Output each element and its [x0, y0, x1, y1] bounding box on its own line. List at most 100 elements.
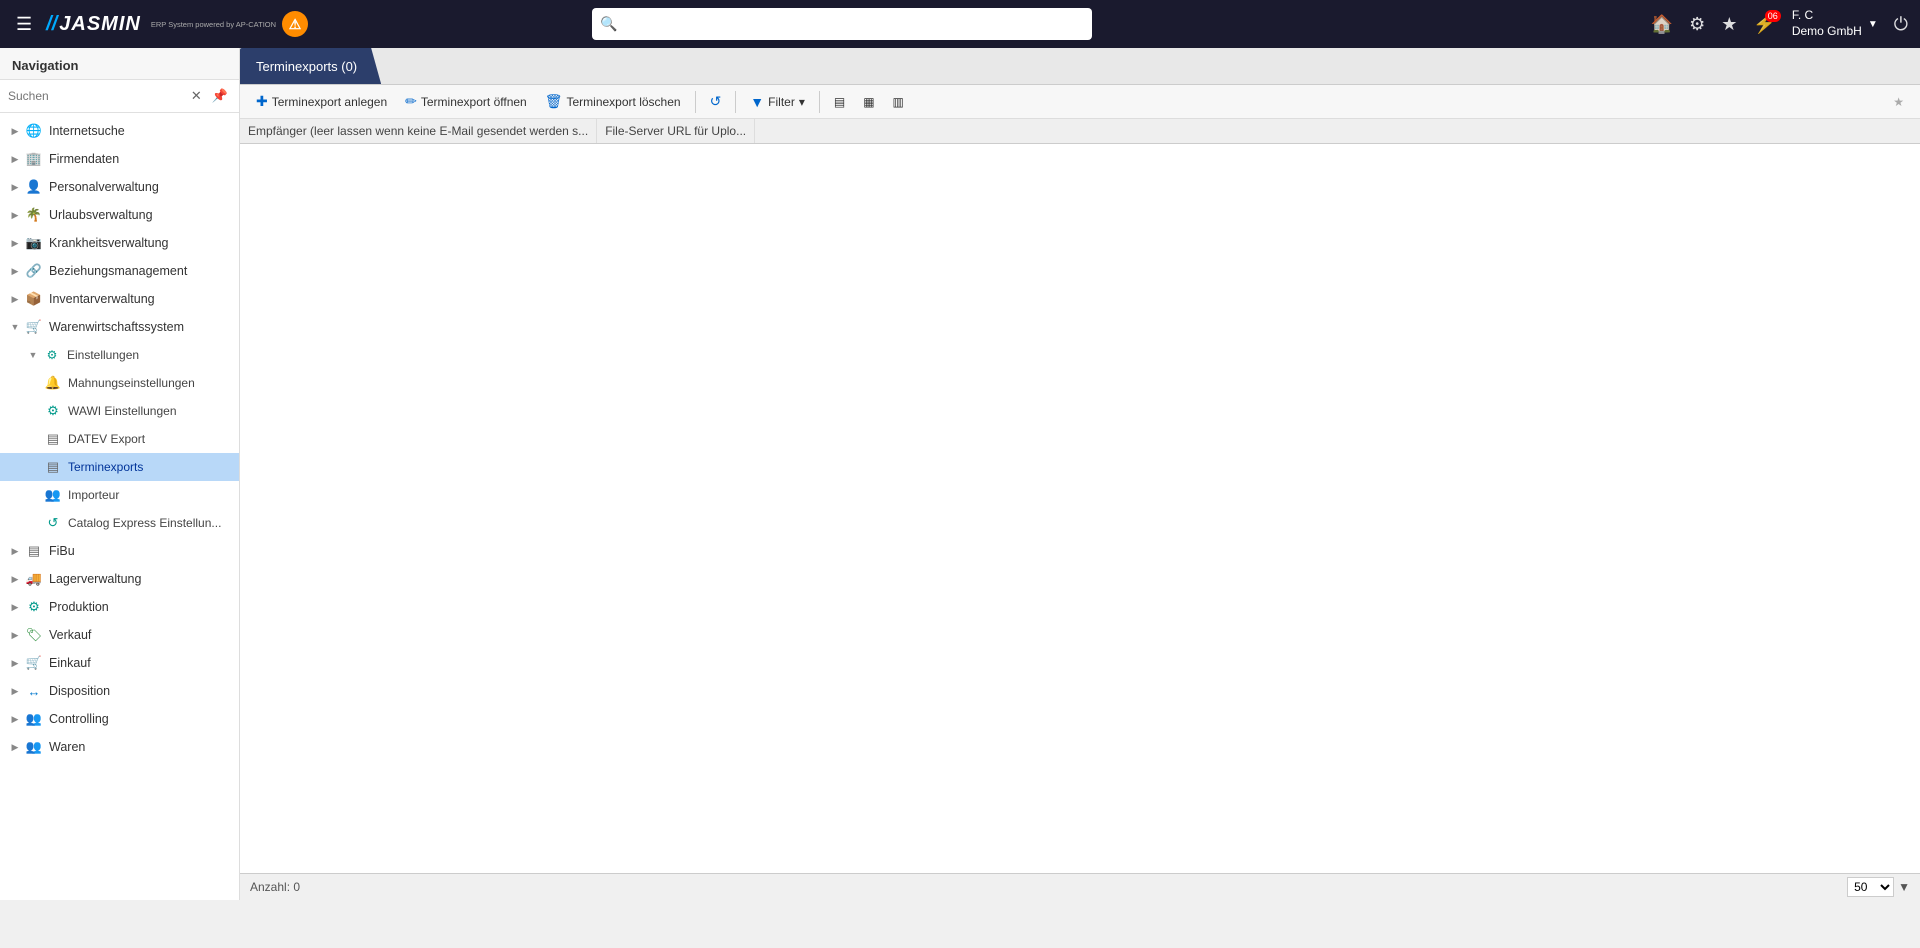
view-list-button[interactable]: ▤	[826, 91, 853, 113]
chevron-icon: ▶	[10, 630, 20, 641]
user-menu[interactable]: F. C Demo GmbH ▼	[1792, 8, 1878, 39]
data-grid: Empfänger (leer lassen wenn keine E-Mail…	[240, 119, 1920, 144]
chevron-icon: ▶	[10, 742, 20, 753]
user-info: F. C Demo GmbH	[1792, 8, 1862, 39]
global-search: 🔍	[592, 8, 1092, 40]
chevron-icon: ▶	[10, 126, 20, 137]
sidebar-item-label: Mahnungseinstellungen	[68, 376, 231, 390]
notification-count: 06	[1765, 10, 1781, 22]
sidebar-item-firmendaten[interactable]: ▶ 🏢 Firmendaten	[0, 145, 239, 173]
sidebar-nav: ▶ 🌐 Internetsuche ▶ 🏢 Firmendaten ▶ 👤 Pe…	[0, 113, 239, 900]
krankheitsverwaltung-icon: 📷	[25, 234, 43, 252]
sidebar-item-fibu[interactable]: ▶ ▤ FiBu	[0, 537, 239, 565]
sidebar-item-disposition[interactable]: ▶ ↔ Disposition	[0, 677, 239, 705]
delete-button[interactable]: 🗑 Terminexport löschen	[537, 89, 689, 114]
page-size-select[interactable]: 50 100 200	[1847, 877, 1894, 897]
view-compact-button[interactable]: ▥	[885, 91, 912, 113]
sidebar-item-urlaubsverwaltung[interactable]: ▶ 🌴 Urlaubsverwaltung	[0, 201, 239, 229]
sidebar-item-controlling[interactable]: ▶ 👥 Controlling	[0, 705, 239, 733]
sidebar-item-einkauf[interactable]: ▶ 🛒 Einkauf	[0, 649, 239, 677]
main-content: Terminexports (0) ✚ Terminexport anlegen…	[240, 48, 1920, 900]
chevron-icon: ▶	[10, 658, 20, 669]
terminexports-icon: ▤	[44, 458, 62, 476]
col-fileserver-header: File-Server URL für Uplo...	[597, 119, 755, 144]
chevron-icon: ▶	[10, 210, 20, 221]
filter-button[interactable]: ▼ Filter ▾	[742, 90, 813, 114]
importeur-icon: 👥	[44, 486, 62, 504]
sidebar-item-verkauf[interactable]: ▶ 🏷 Verkauf	[0, 621, 239, 649]
topbar: ☰ // JASMIN ERP System powered by AP-CAT…	[0, 0, 1920, 48]
datev-export-icon: ▤	[44, 430, 62, 448]
sidebar-item-produktion[interactable]: ▶ ⚙ Produktion	[0, 593, 239, 621]
user-name: F. C	[1792, 8, 1862, 24]
sidebar-item-beziehungsmanagement[interactable]: ▶ 🔗 Beziehungsmanagement	[0, 257, 239, 285]
chevron-down-icon: ▼	[10, 322, 20, 332]
toolbar-separator-3	[819, 91, 820, 113]
sidebar-item-label: Waren	[49, 740, 231, 754]
chevron-icon: ▶	[10, 182, 20, 193]
user-company: Demo GmbH	[1792, 24, 1862, 40]
sidebar-item-label: FiBu	[49, 544, 231, 558]
tab-label: Terminexports (0)	[256, 59, 357, 74]
tab-terminexports[interactable]: Terminexports (0)	[240, 48, 381, 84]
tab-bar: Terminexports (0)	[240, 48, 1920, 85]
sidebar-item-datev-export[interactable]: ▤ DATEV Export	[0, 425, 239, 453]
sidebar-item-label: Einkauf	[49, 656, 231, 670]
sidebar-item-mahnungseinstellungen[interactable]: 🔔 Mahnungseinstellungen	[0, 369, 239, 397]
delete-label: Terminexport löschen	[567, 95, 681, 109]
favorite-button[interactable]: ★	[1885, 91, 1912, 113]
wawi-einstellungen-icon: ⚙	[44, 402, 62, 420]
notification-badge[interactable]: ⚡ 06	[1753, 14, 1775, 35]
controlling-icon: 👥	[25, 710, 43, 728]
sidebar-item-waren[interactable]: ▶ 👥 Waren	[0, 733, 239, 761]
chevron-icon: ▶	[10, 574, 20, 585]
settings-icon[interactable]: ⚙	[1689, 14, 1705, 35]
refresh-button[interactable]: ↺	[702, 89, 730, 114]
sidebar-item-internetsuche[interactable]: ▶ 🌐 Internetsuche	[0, 117, 239, 145]
sidebar-search-pin[interactable]: 📌	[209, 86, 231, 106]
sidebar-search-input[interactable]	[8, 89, 184, 103]
favorites-icon[interactable]: ★	[1721, 14, 1737, 35]
sidebar-item-einstellungen[interactable]: ▼ ⚙ Einstellungen	[0, 341, 239, 369]
view-grid-button[interactable]: ▦	[855, 91, 882, 113]
chevron-down-icon: ▼	[28, 350, 38, 360]
edit-button[interactable]: ✏ Terminexport öffnen	[397, 89, 535, 114]
sidebar-item-inventarverwaltung[interactable]: ▶ 📦 Inventarverwaltung	[0, 285, 239, 313]
warenwirtschaft-icon: 🛒	[25, 318, 43, 336]
sidebar-search-bar: ✕ 📌	[0, 80, 239, 113]
sidebar-item-personalverwaltung[interactable]: ▶ 👤 Personalverwaltung	[0, 173, 239, 201]
sidebar-item-label: Lagerverwaltung	[49, 572, 231, 586]
einkauf-icon: 🛒	[25, 654, 43, 672]
add-button[interactable]: ✚ Terminexport anlegen	[248, 89, 395, 114]
sidebar-item-lagerverwaltung[interactable]: ▶ 🚚 Lagerverwaltung	[0, 565, 239, 593]
logo-name: JASMIN	[59, 13, 141, 36]
view-list-icon: ▤	[834, 95, 845, 109]
home-icon[interactable]: 🏠	[1651, 14, 1673, 35]
sidebar-search-clear[interactable]: ✕	[188, 86, 205, 106]
sidebar-item-krankheitsverwaltung[interactable]: ▶ 📷 Krankheitsverwaltung	[0, 229, 239, 257]
power-icon[interactable]: ⏻	[1894, 14, 1908, 35]
statusbar: Anzahl: 0 50 100 200 ▼	[240, 873, 1920, 900]
sidebar-item-terminexports[interactable]: ▤ Terminexports	[0, 453, 239, 481]
chevron-icon: ▶	[10, 294, 20, 305]
toolbar-right: ★	[1885, 91, 1912, 113]
data-grid-area[interactable]: Empfänger (leer lassen wenn keine E-Mail…	[240, 119, 1920, 873]
sidebar-item-wawi-einstellungen[interactable]: ⚙ WAWI Einstellungen	[0, 397, 239, 425]
toolbar: ✚ Terminexport anlegen ✏ Terminexport öf…	[240, 85, 1920, 119]
sidebar-item-label: Urlaubsverwaltung	[49, 208, 231, 222]
sidebar-item-importeur[interactable]: 👥 Importeur	[0, 481, 239, 509]
personalverwaltung-icon: 👤	[25, 178, 43, 196]
waren-icon: 👥	[25, 738, 43, 756]
view-grid-icon: ▦	[863, 95, 874, 109]
sidebar-search-actions: ✕ 📌	[188, 86, 231, 106]
hamburger-menu[interactable]: ☰	[12, 10, 36, 39]
sidebar-title: Navigation	[0, 48, 239, 80]
search-input[interactable]	[592, 8, 1092, 40]
sidebar-item-label: Warenwirtschaftssystem	[49, 320, 231, 334]
sidebar-item-catalog-express[interactable]: ↺ Catalog Express Einstellun...	[0, 509, 239, 537]
search-icon: 🔍	[600, 16, 617, 33]
record-count: Anzahl: 0	[250, 880, 300, 894]
sidebar-item-warenwirtschaft[interactable]: ▼ 🛒 Warenwirtschaftssystem	[0, 313, 239, 341]
chevron-icon: ▶	[10, 546, 20, 557]
verkauf-icon: 🏷	[25, 626, 43, 644]
